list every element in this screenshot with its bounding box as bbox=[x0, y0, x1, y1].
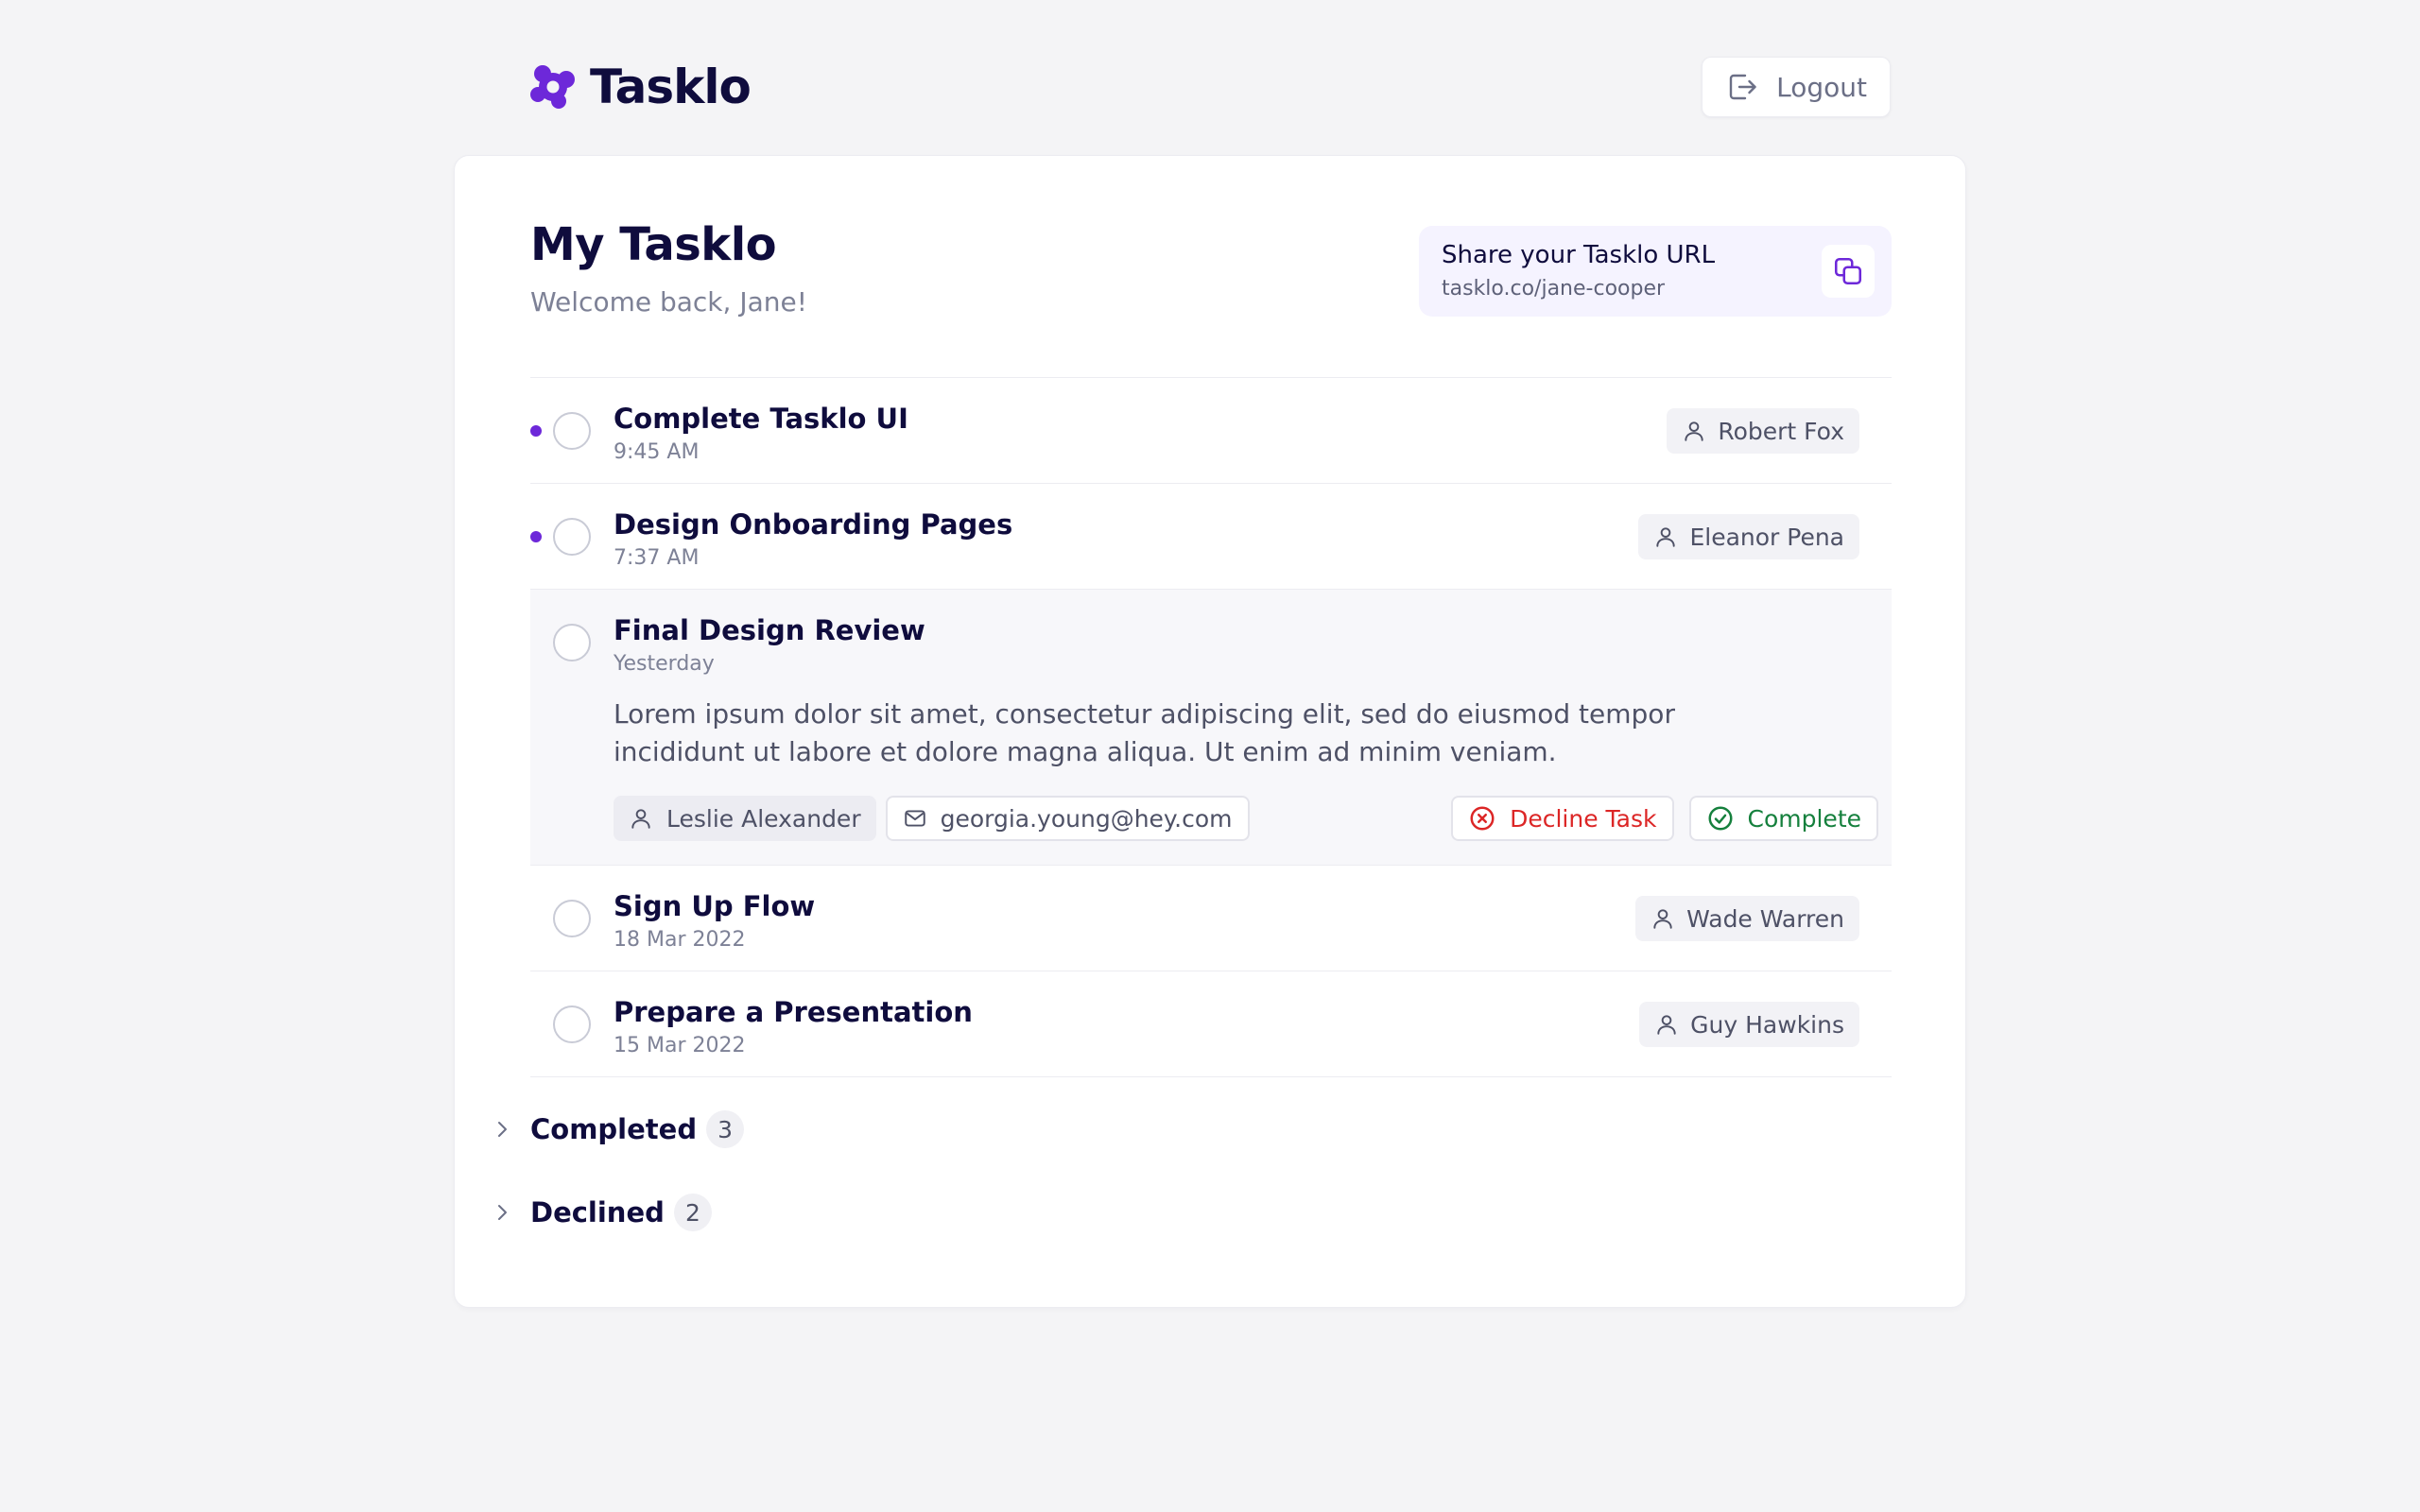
requester-badge: Leslie Alexander bbox=[614, 796, 876, 841]
x-circle-icon bbox=[1470, 806, 1495, 831]
task-meta: Leslie Alexander georgia.young@hey.com bbox=[614, 796, 1250, 841]
logout-label: Logout bbox=[1776, 71, 1867, 103]
declined-label: Declined bbox=[530, 1196, 665, 1228]
page-title: My Tasklo bbox=[530, 218, 777, 271]
user-icon bbox=[1657, 1015, 1676, 1035]
completed-count-badge: 3 bbox=[706, 1110, 745, 1148]
email-badge[interactable]: georgia.young@hey.com bbox=[885, 796, 1250, 841]
task-checkbox[interactable] bbox=[553, 1005, 591, 1043]
task-time: 18 Mar 2022 bbox=[614, 928, 746, 952]
task-time: 7:37 AM bbox=[614, 546, 700, 570]
task-row[interactable]: Sign Up Flow 18 Mar 2022 Wade Warren bbox=[530, 866, 1892, 971]
user-icon bbox=[631, 809, 650, 829]
logout-button[interactable]: Logout bbox=[1702, 57, 1891, 117]
requester-name: Leslie Alexander bbox=[666, 804, 861, 833]
share-title: Share your Tasklo URL bbox=[1442, 241, 1716, 269]
tasklo-logo-icon bbox=[530, 65, 575, 109]
assignee-name: Eleanor Pena bbox=[1689, 523, 1844, 551]
copy-url-button[interactable] bbox=[1822, 245, 1875, 298]
share-url[interactable]: tasklo.co/jane-cooper bbox=[1442, 277, 1869, 301]
assignee-name: Robert Fox bbox=[1718, 417, 1844, 445]
task-checkbox[interactable] bbox=[553, 518, 591, 556]
decline-label: Decline Task bbox=[1510, 804, 1657, 833]
complete-label: Complete bbox=[1747, 804, 1861, 833]
user-icon bbox=[1685, 421, 1704, 441]
brand-name: Tasklo bbox=[590, 60, 752, 114]
unread-indicator bbox=[530, 425, 542, 437]
assignee-name: Guy Hawkins bbox=[1690, 1010, 1844, 1039]
page-header: My Tasklo Welcome back, Jane! Share your… bbox=[530, 156, 1892, 377]
task-row[interactable]: Design Onboarding Pages 7:37 AM Eleanor … bbox=[530, 484, 1892, 590]
declined-count-badge: 2 bbox=[673, 1194, 712, 1231]
task-time: Yesterday bbox=[614, 652, 715, 676]
unread-indicator bbox=[530, 531, 542, 542]
task-name: Final Design Review bbox=[614, 614, 925, 646]
mail-icon bbox=[904, 810, 925, 827]
task-row-expanded[interactable]: Final Design Review Yesterday Lorem ipsu… bbox=[530, 590, 1892, 866]
task-time: 9:45 AM bbox=[614, 440, 700, 464]
chevron-right-icon bbox=[498, 1122, 507, 1137]
copy-icon bbox=[1834, 257, 1862, 285]
email-address: georgia.young@hey.com bbox=[940, 804, 1233, 833]
task-name: Sign Up Flow bbox=[614, 890, 816, 922]
task-actions: Decline Task Complete bbox=[1451, 796, 1878, 841]
check-circle-icon bbox=[1708, 806, 1733, 831]
top-bar: Tasklo Logout bbox=[529, 57, 1891, 117]
brand[interactable]: Tasklo bbox=[529, 60, 752, 114]
user-icon bbox=[1656, 527, 1676, 547]
declined-group-toggle[interactable]: Declined 2 bbox=[491, 1194, 712, 1231]
user-icon bbox=[1653, 909, 1672, 929]
task-row[interactable]: Complete Tasklo UI 9:45 AM Robert Fox bbox=[530, 378, 1892, 484]
task-checkbox[interactable] bbox=[553, 624, 591, 662]
chevron-right-icon bbox=[498, 1205, 507, 1220]
completed-group-toggle[interactable]: Completed 3 bbox=[491, 1110, 745, 1148]
task-list: Complete Tasklo UI 9:45 AM Robert Fox De… bbox=[530, 377, 1892, 1077]
assignee-badge: Wade Warren bbox=[1635, 896, 1859, 941]
assignee-badge: Robert Fox bbox=[1667, 408, 1859, 454]
task-time: 15 Mar 2022 bbox=[614, 1034, 746, 1057]
task-name: Design Onboarding Pages bbox=[614, 508, 1013, 541]
main-card: My Tasklo Welcome back, Jane! Share your… bbox=[454, 155, 1966, 1308]
task-name: Prepare a Presentation bbox=[614, 996, 973, 1028]
task-row[interactable]: Prepare a Presentation 15 Mar 2022 Guy H… bbox=[530, 971, 1892, 1077]
task-checkbox[interactable] bbox=[553, 412, 591, 450]
complete-task-button[interactable]: Complete bbox=[1688, 796, 1878, 841]
assignee-badge: Guy Hawkins bbox=[1639, 1002, 1859, 1047]
assignee-name: Wade Warren bbox=[1686, 904, 1844, 933]
task-name: Complete Tasklo UI bbox=[614, 403, 908, 435]
card-content: My Tasklo Welcome back, Jane! Share your… bbox=[498, 156, 1892, 1231]
share-url-box: Share your Tasklo URL tasklo.co/jane-coo… bbox=[1419, 226, 1892, 317]
task-checkbox[interactable] bbox=[553, 900, 591, 937]
completed-label: Completed bbox=[530, 1113, 698, 1145]
decline-task-button[interactable]: Decline Task bbox=[1451, 796, 1674, 841]
welcome-message: Welcome back, Jane! bbox=[530, 286, 807, 318]
task-description: Lorem ipsum dolor sit amet, consectetur … bbox=[614, 698, 1675, 767]
assignee-badge: Eleanor Pena bbox=[1638, 514, 1859, 559]
logout-icon bbox=[1729, 74, 1756, 100]
